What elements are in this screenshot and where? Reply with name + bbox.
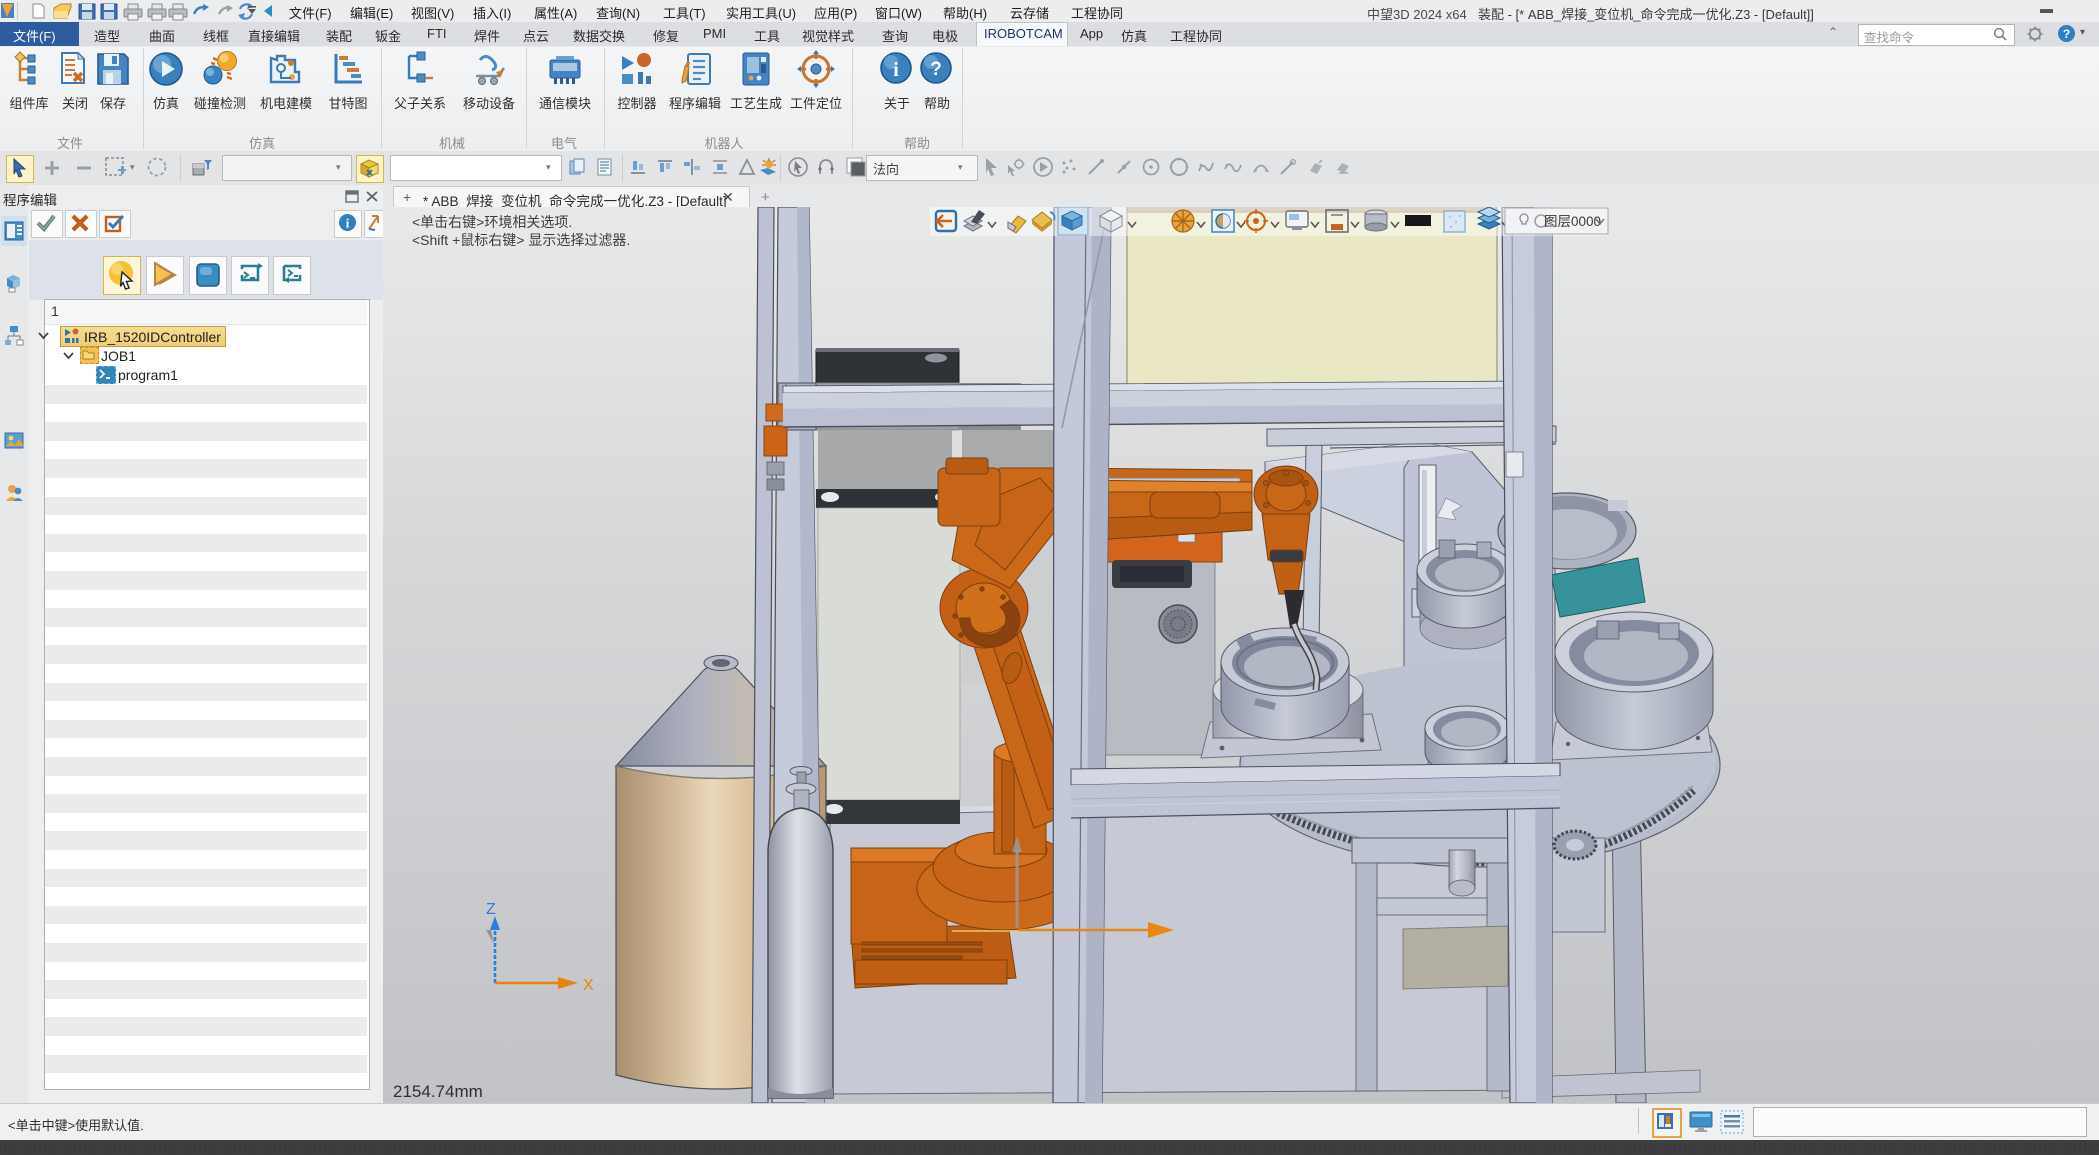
- svg-text:i: i: [346, 216, 350, 231]
- svg-text:<单击右键>环境相关选项.: <单击右键>环境相关选项.: [412, 214, 572, 230]
- svg-text:i: i: [893, 59, 899, 81]
- svg-text:Z: Z: [486, 901, 496, 918]
- svg-text:2154.74mm: 2154.74mm: [393, 1082, 483, 1101]
- svg-text:?: ?: [2063, 27, 2070, 41]
- svg-text:图层0000: 图层0000: [1544, 214, 1601, 229]
- svg-text:<Shift +鼠标右键> 显示选择过滤器.: <Shift +鼠标右键> 显示选择过滤器.: [412, 232, 630, 248]
- svg-text:?: ?: [930, 59, 942, 80]
- svg-text:X: X: [583, 977, 594, 994]
